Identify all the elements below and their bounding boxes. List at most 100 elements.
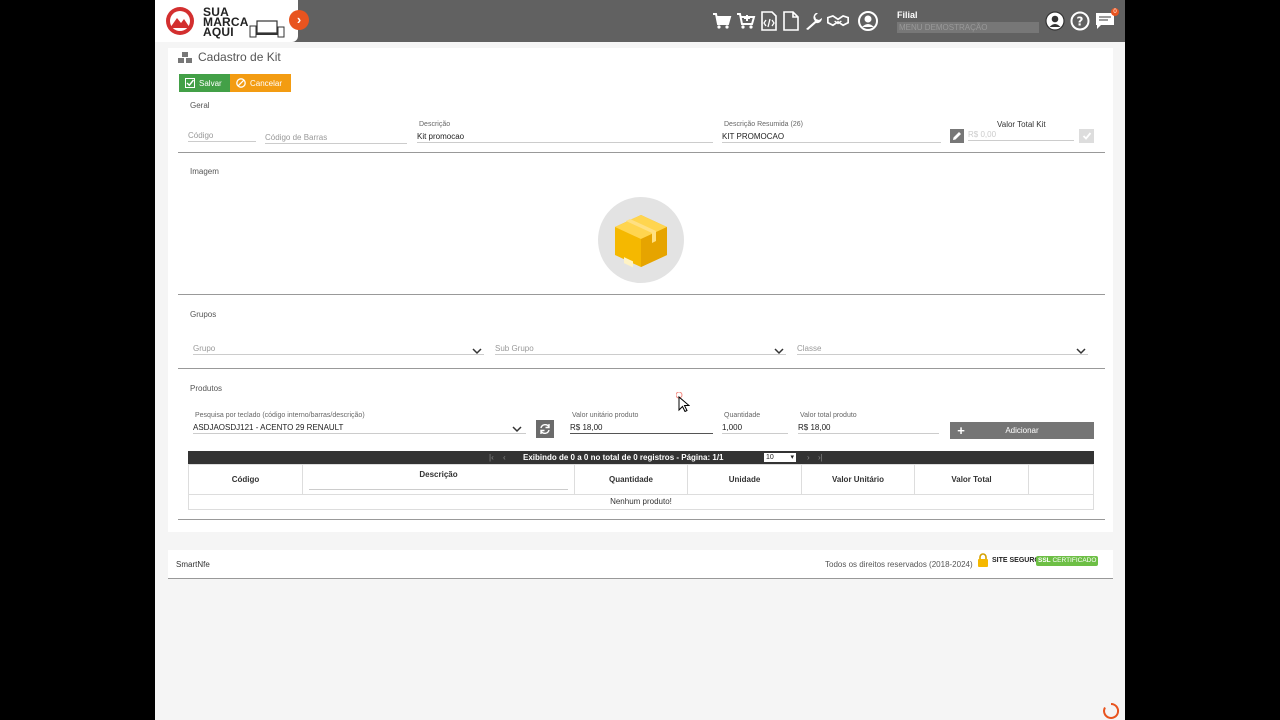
column-descricao-label: Descrição bbox=[419, 470, 458, 479]
notification-badge: 0 bbox=[1111, 8, 1119, 16]
confirm-valor-button[interactable] bbox=[1079, 129, 1094, 143]
divider bbox=[178, 152, 1105, 153]
valor-unitario-input[interactable]: R$ 18,00 bbox=[570, 423, 713, 434]
chevron-down-icon bbox=[774, 348, 784, 355]
ssl-strong: SSL bbox=[1038, 557, 1051, 564]
wrench-icon[interactable] bbox=[802, 10, 824, 32]
column-valor-total[interactable]: Valor Total bbox=[915, 465, 1029, 494]
footer: SmartNfe Todos os direitos reservados (2… bbox=[168, 550, 1113, 579]
first-page-icon[interactable]: |‹ bbox=[489, 453, 494, 462]
cancel-button-label: Cancelar bbox=[250, 78, 283, 88]
valor-total-kit-value: R$ 0,00 bbox=[968, 130, 997, 139]
quantidade-input[interactable]: 1,000 bbox=[722, 423, 788, 434]
column-quantidade[interactable]: Quantidade bbox=[575, 465, 688, 494]
codigo-placeholder: Código bbox=[188, 131, 214, 140]
product-search-input[interactable]: ASDJAOSDJ121 - ACENTO 29 RENAULT bbox=[193, 423, 526, 434]
edit-valor-button[interactable] bbox=[950, 129, 964, 143]
app-window: SUA MARCA AQUI › Filial MENU DEMOSTRAÇÃO… bbox=[155, 0, 1125, 720]
ban-icon bbox=[236, 78, 246, 88]
refresh-icon bbox=[540, 423, 550, 435]
valor-total-kit-input[interactable]: R$ 0,00 bbox=[968, 130, 1074, 141]
save-button[interactable]: Salvar bbox=[179, 74, 230, 92]
descricao-label: Descrição bbox=[419, 121, 451, 128]
grupo-select[interactable]: Grupo bbox=[193, 344, 484, 355]
svg-text:?: ? bbox=[1077, 15, 1084, 29]
descricao-input[interactable]: Kit promocao bbox=[417, 132, 713, 143]
divider bbox=[178, 294, 1105, 295]
cart-icon[interactable] bbox=[711, 10, 733, 32]
page-title: Cadastro de Kit bbox=[198, 50, 281, 64]
footer-rights: Todos os direitos reservados (2018-2024) bbox=[825, 560, 973, 569]
devices-icon bbox=[249, 20, 285, 38]
column-descricao[interactable]: Descrição bbox=[303, 465, 575, 494]
top-bar: SUA MARCA AQUI › Filial MENU DEMOSTRAÇÃO… bbox=[155, 0, 1125, 42]
classe-select[interactable]: Classe bbox=[797, 344, 1088, 355]
column-unidade[interactable]: Unidade bbox=[688, 465, 802, 494]
ssl-rest: CERTIFICADO bbox=[1052, 557, 1097, 564]
next-page-icon[interactable]: › bbox=[807, 453, 810, 462]
package-icon bbox=[615, 215, 667, 268]
classe-placeholder: Classe bbox=[797, 344, 822, 353]
filial-label: Filial bbox=[897, 10, 918, 20]
refresh-button[interactable] bbox=[536, 420, 554, 438]
lock-icon bbox=[978, 553, 988, 567]
boxes-icon bbox=[178, 52, 192, 63]
ssl-badge: SSL CERTIFICADO bbox=[1036, 556, 1099, 566]
search-label: Pesquisa por teclado (código interno/bar… bbox=[195, 412, 365, 419]
valor-total-kit-label: Valor Total Kit bbox=[997, 120, 1046, 129]
codigo-input[interactable]: Código bbox=[188, 131, 256, 142]
checkbox-icon bbox=[185, 78, 195, 88]
section-grupos: Grupos bbox=[190, 310, 217, 319]
section-geral: Geral bbox=[190, 101, 210, 110]
pencil-icon bbox=[953, 132, 961, 140]
pager-text: Exibindo de 0 a 0 no total de 0 registro… bbox=[523, 453, 724, 462]
section-produtos: Produtos bbox=[190, 384, 223, 393]
help-icon[interactable]: ? bbox=[1069, 10, 1091, 32]
descricao-resumida-label: Descrição Resumida (26) bbox=[724, 121, 803, 128]
quantidade-label: Quantidade bbox=[724, 412, 761, 419]
kit-image-upload[interactable] bbox=[598, 197, 684, 283]
xml-document-icon[interactable] bbox=[758, 10, 780, 32]
logo-text: SUA MARCA AQUI bbox=[203, 6, 249, 38]
logo-mark-icon bbox=[166, 7, 194, 35]
column-actions bbox=[1029, 465, 1093, 494]
last-page-icon[interactable]: ›| bbox=[818, 453, 823, 462]
chevron-right-icon: › bbox=[296, 12, 302, 27]
plus-icon: + bbox=[957, 423, 965, 438]
menu-toggle-button[interactable]: › bbox=[289, 10, 309, 30]
add-to-cart-icon[interactable] bbox=[735, 10, 757, 32]
subgrupo-select[interactable]: Sub Grupo bbox=[495, 344, 786, 355]
add-product-label: Adicionar bbox=[1005, 426, 1039, 435]
codigo-barras-placeholder: Código de Barras bbox=[265, 133, 328, 142]
page-size-value: 10 bbox=[766, 454, 774, 461]
user-circle-icon[interactable] bbox=[857, 10, 879, 32]
divider bbox=[178, 519, 1105, 520]
brand-logo[interactable]: SUA MARCA AQUI bbox=[155, 0, 298, 42]
table-pager: |‹ ‹ Exibindo de 0 a 0 no total de 0 reg… bbox=[188, 451, 1094, 464]
add-product-button[interactable]: + Adicionar bbox=[950, 422, 1094, 439]
descricao-filter-input[interactable] bbox=[309, 489, 568, 490]
column-valor-unitario[interactable]: Valor Unitário bbox=[802, 465, 915, 494]
handshake-icon[interactable] bbox=[827, 10, 849, 32]
prev-page-icon[interactable]: ‹ bbox=[503, 453, 506, 462]
descricao-resumida-input[interactable]: KIT PROMOCAO bbox=[722, 132, 941, 143]
column-codigo[interactable]: Código bbox=[189, 465, 303, 494]
page-size-select[interactable]: 10 ▾ bbox=[764, 453, 796, 462]
save-button-label: Salvar bbox=[199, 78, 222, 88]
check-icon bbox=[1082, 132, 1091, 140]
chevron-down-icon: ▾ bbox=[790, 454, 794, 461]
cancel-button[interactable]: Cancelar bbox=[230, 74, 291, 92]
table-empty-row: Nenhum produto! bbox=[188, 495, 1094, 510]
divider bbox=[178, 368, 1105, 369]
footer-brand: SmartNfe bbox=[176, 560, 210, 569]
subgrupo-placeholder: Sub Grupo bbox=[495, 344, 534, 353]
document-icon[interactable] bbox=[780, 10, 802, 32]
filial-select[interactable]: MENU DEMOSTRAÇÃO bbox=[897, 22, 1039, 33]
codigo-barras-input[interactable]: Código de Barras bbox=[265, 133, 407, 144]
site-seguro-seal: SITE SEGURO bbox=[977, 553, 1040, 567]
valor-total-produto-input[interactable]: R$ 18,00 bbox=[798, 423, 939, 434]
chevron-down-icon bbox=[472, 348, 482, 355]
section-imagem: Imagem bbox=[190, 167, 219, 176]
mouse-cursor-icon bbox=[676, 392, 690, 412]
account-icon[interactable] bbox=[1044, 10, 1066, 32]
